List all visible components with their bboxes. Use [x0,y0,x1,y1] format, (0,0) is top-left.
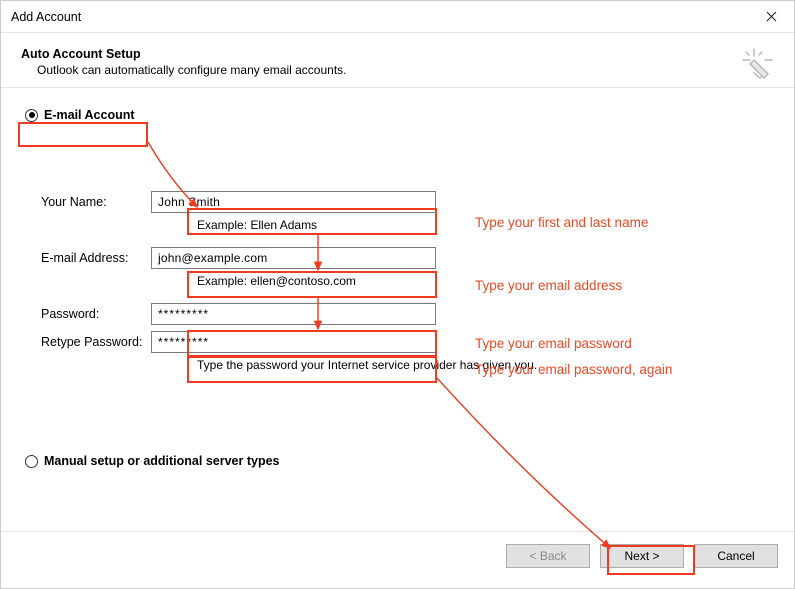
radio-manual-setup[interactable]: Manual setup or additional server types [25,454,279,468]
close-button[interactable] [748,1,794,33]
wizard-icon [740,47,776,86]
dialog-header: Auto Account Setup Outlook can automatic… [1,33,794,87]
add-account-dialog: Add Account Auto Account Setup Outlook c… [0,0,795,589]
retype-password-label: Retype Password: [41,335,151,349]
cancel-button[interactable]: Cancel [694,544,778,568]
annotation-text-retype: Type your email password, again [475,362,672,377]
next-button[interactable]: Next > [600,544,684,568]
titlebar: Add Account [1,1,794,33]
dialog-body: E-mail Account Your Name: Example: Ellen… [1,88,794,588]
radio-icon [25,109,38,122]
button-row: < Back Next > Cancel [506,544,778,568]
form-area: Your Name: Example: Ellen Adams E-mail A… [41,190,537,372]
annotation-text-name: Type your first and last name [475,215,648,230]
password-label: Password: [41,307,151,321]
name-input[interactable] [151,191,436,213]
window-title: Add Account [11,10,748,24]
email-label: E-mail Address: [41,251,151,265]
radio-icon [25,455,38,468]
retype-password-input[interactable] [151,331,436,353]
password-input[interactable] [151,303,436,325]
close-icon [766,11,777,22]
annotation-text-email: Type your email address [475,278,622,293]
radio-email-account[interactable]: E-mail Account [25,108,135,122]
header-subtitle: Outlook can automatically configure many… [21,63,774,77]
header-title: Auto Account Setup [21,47,774,61]
radio-email-label: E-mail Account [44,108,135,122]
name-label: Your Name: [41,195,151,209]
email-input[interactable] [151,247,436,269]
radio-manual-label: Manual setup or additional server types [44,454,279,468]
annotation-text-password: Type your email password [475,336,632,351]
footer-divider [1,531,794,532]
back-button: < Back [506,544,590,568]
